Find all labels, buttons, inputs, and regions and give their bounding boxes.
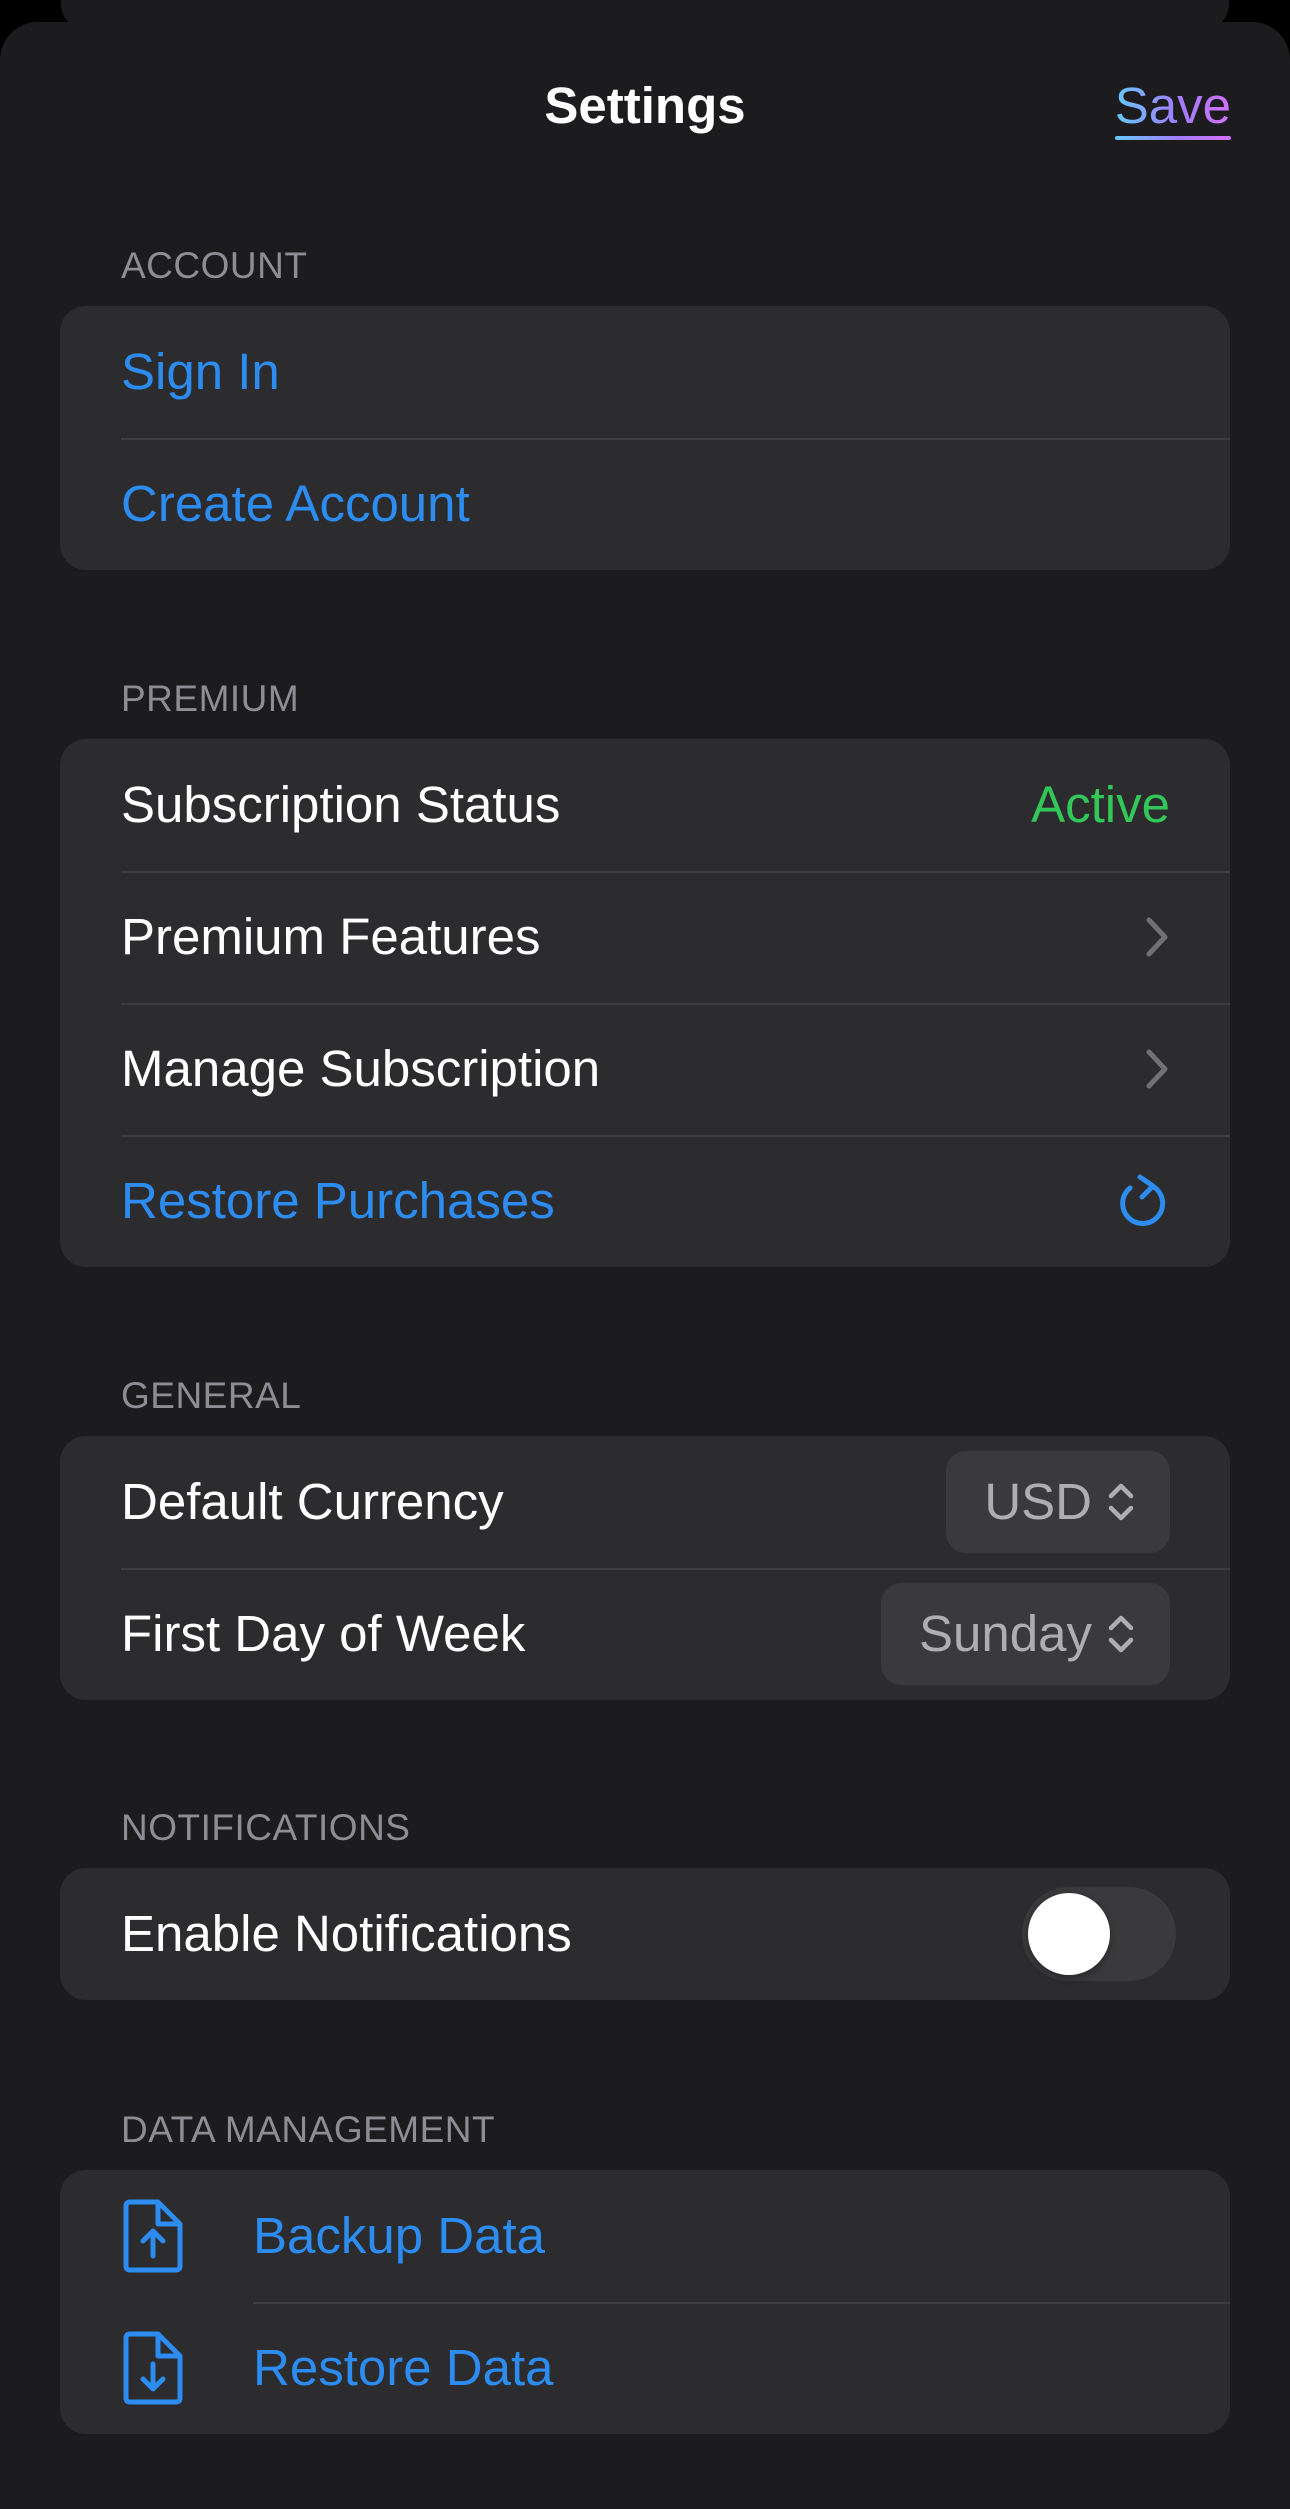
document-download-icon — [123, 2331, 183, 2405]
manage-subscription-row[interactable]: Manage Subscription — [60, 1003, 1230, 1135]
general-group: Default Currency USD First Day of Week S… — [60, 1436, 1230, 1700]
document-upload-icon — [123, 2199, 183, 2273]
chevron-right-icon — [1146, 1049, 1168, 1089]
backup-data-label: Backup Data — [253, 2207, 546, 2264]
currency-picker[interactable]: USD — [946, 1451, 1170, 1553]
sign-in-row[interactable]: Sign In — [60, 306, 1230, 438]
toggle-knob — [1028, 1893, 1110, 1975]
manage-subscription-label: Manage Subscription — [121, 1040, 601, 1097]
first-day-row: First Day of Week Sunday — [60, 1568, 1230, 1700]
premium-features-row[interactable]: Premium Features — [60, 871, 1230, 1003]
save-button-label: Save — [1114, 77, 1231, 134]
subscription-status-label: Subscription Status — [121, 776, 561, 833]
first-day-picker-value: Sunday — [919, 1605, 1092, 1662]
restore-purchases-row[interactable]: Restore Purchases — [60, 1135, 1230, 1267]
chevron-up-down-icon — [1108, 1615, 1134, 1653]
section-header-notifications: NOTIFICATIONS — [121, 1807, 411, 1848]
first-day-label: First Day of Week — [121, 1605, 526, 1662]
create-account-link[interactable]: Create Account — [121, 474, 1170, 534]
data-management-group: Backup Data Restore Data — [60, 2170, 1230, 2434]
default-currency-row: Default Currency USD — [60, 1436, 1230, 1568]
account-group: Sign In Create Account — [60, 306, 1230, 570]
enable-notifications-row: Enable Notifications — [60, 1868, 1230, 2000]
save-underline — [1114, 136, 1231, 140]
create-account-row[interactable]: Create Account — [60, 438, 1230, 570]
backup-data-row[interactable]: Backup Data — [60, 2170, 1230, 2302]
section-header-account: ACCOUNT — [121, 245, 308, 286]
chevron-up-down-icon — [1108, 1483, 1134, 1521]
section-header-premium: PREMIUM — [121, 678, 300, 719]
enable-notifications-label: Enable Notifications — [121, 1905, 572, 1962]
notifications-group: Enable Notifications — [60, 1868, 1230, 2000]
subscription-status-row: Subscription Status Active — [60, 739, 1230, 871]
section-header-data-management: DATA MANAGEMENT — [121, 2109, 496, 2150]
settings-sheet: Settings Save ACCOUNT Sign In Create Acc… — [0, 22, 1290, 2509]
section-header-general: GENERAL — [121, 1375, 302, 1416]
sign-in-link[interactable]: Sign In — [121, 342, 1170, 402]
chevron-right-icon — [1146, 917, 1168, 957]
subscription-status-value: Active — [1031, 776, 1170, 833]
notifications-toggle[interactable] — [1022, 1887, 1176, 1981]
refresh-icon — [1120, 1174, 1166, 1226]
restore-data-label: Restore Data — [253, 2339, 554, 2396]
first-day-picker[interactable]: Sunday — [881, 1583, 1170, 1685]
save-button[interactable]: Save — [1114, 76, 1231, 140]
currency-picker-value: USD — [984, 1473, 1092, 1530]
page-title: Settings — [544, 77, 746, 134]
restore-data-row[interactable]: Restore Data — [60, 2302, 1230, 2434]
default-currency-label: Default Currency — [121, 1473, 504, 1530]
premium-group: Subscription Status Active Premium Featu… — [60, 739, 1230, 1267]
restore-purchases-label: Restore Purchases — [121, 1172, 555, 1229]
premium-features-label: Premium Features — [121, 908, 541, 965]
